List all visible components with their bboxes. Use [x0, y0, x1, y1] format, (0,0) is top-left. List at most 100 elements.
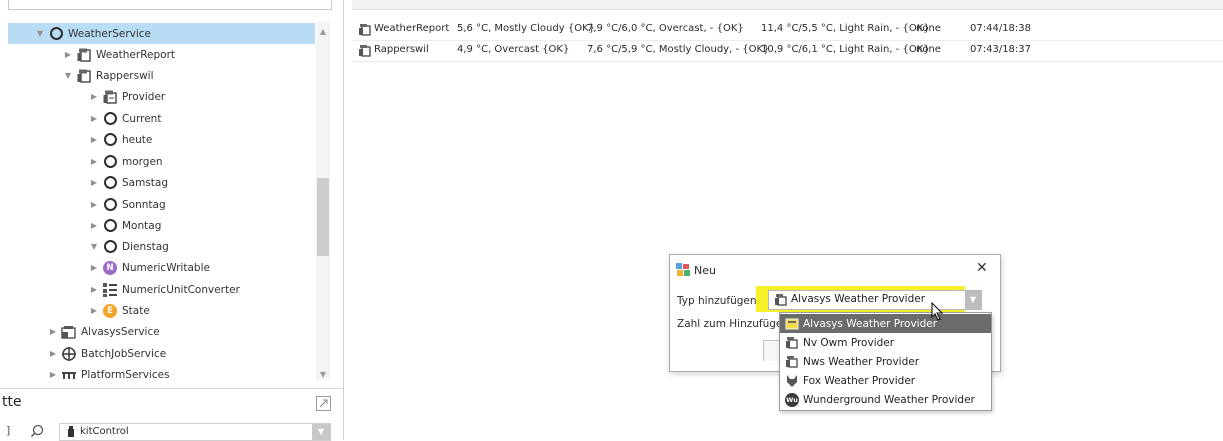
- tree-item-rapperswil[interactable]: ▼ Rapperswil: [8, 65, 154, 86]
- tree-item-label: Current: [122, 112, 162, 125]
- dropdown-option[interactable]: Fox Weather Provider: [780, 371, 991, 390]
- type-select[interactable]: Alvasys Weather Provider ▼: [768, 290, 982, 310]
- tree-item-label: NumericUnitConverter: [122, 283, 240, 296]
- dropdown-option[interactable]: Nws Weather Provider: [780, 352, 991, 371]
- provider-icon: [784, 335, 800, 351]
- tree-item-batchjobservice[interactable]: ▶ BatchJobService: [8, 343, 166, 364]
- scroll-down-icon[interactable]: ▼: [317, 370, 329, 379]
- tree-item-samstag[interactable]: ▶ Samstag: [8, 172, 168, 193]
- collapsed-arrow-icon[interactable]: ▶: [88, 114, 100, 123]
- provider-icon: [784, 316, 800, 332]
- tree-item-heute[interactable]: ▶ heute: [8, 129, 152, 150]
- table-row[interactable]: Rapperswil 4,9 °C, Overcast {OK} 7,6 °C/…: [352, 41, 1223, 62]
- palette-selector-value: kitControl: [80, 426, 129, 437]
- search-icon[interactable]: [30, 424, 44, 441]
- component-ring-icon: [102, 154, 118, 170]
- tree-item-label: Rapperswil: [96, 69, 154, 82]
- provider-icon: [774, 293, 788, 310]
- collapsed-arrow-icon[interactable]: ▶: [88, 306, 100, 315]
- table-row[interactable]: WeatherReport 5,6 °C, Mostly Cloudy {OK}…: [352, 20, 1223, 41]
- tree-item-numericunitconverter[interactable]: ▶ NumericUnitConverter: [8, 279, 240, 300]
- provider-icon: [102, 89, 118, 105]
- tree-item-label: WeatherService: [68, 27, 152, 40]
- chevron-down-icon[interactable]: ▼: [312, 424, 330, 440]
- tree-item-dienstag[interactable]: ▼ Dienstag: [8, 236, 169, 257]
- expanded-arrow-icon[interactable]: ▼: [88, 242, 100, 251]
- toolbar-edge-icon[interactable]: ]: [6, 424, 10, 437]
- collapsed-arrow-icon[interactable]: ▶: [88, 285, 100, 294]
- collapsed-arrow-icon[interactable]: ▶: [88, 200, 100, 209]
- dropdown-option-label: Fox Weather Provider: [803, 374, 916, 387]
- component-ring-icon: [48, 26, 64, 42]
- cell-today: 7,9 °C/6,0 °C, Overcast, - {OK}: [587, 23, 744, 34]
- dropdown-option[interactable]: Alvasys Weather Provider: [780, 314, 991, 333]
- cell-today: 7,6 °C/5,9 °C, Mostly Cloudy, - {OK}: [587, 44, 770, 55]
- chevron-down-icon[interactable]: ▼: [965, 291, 981, 309]
- wunderground-badge: Wu: [785, 392, 799, 407]
- tree-item-provider[interactable]: ▶ Provider: [8, 86, 165, 107]
- cell-current: 4,9 °C, Overcast {OK}: [457, 44, 570, 55]
- expand-panel-icon[interactable]: [316, 396, 331, 411]
- tree-item-state[interactable]: ▶ E State: [8, 300, 150, 321]
- panel-divider: [0, 388, 343, 389]
- collapsed-arrow-icon[interactable]: ▶: [88, 178, 100, 187]
- collapsed-arrow-icon[interactable]: ▶: [88, 92, 100, 101]
- dropdown-option-label: Wunderground Weather Provider: [803, 393, 975, 406]
- tree-item-numericwritable[interactable]: ▶ N NumericWritable: [8, 257, 210, 278]
- palette-selector[interactable]: kitControl ▼: [59, 423, 331, 441]
- close-icon[interactable]: ✕: [976, 260, 988, 276]
- tree-item-weatherreport[interactable]: ▶ WeatherReport: [8, 44, 175, 65]
- module-icon: [66, 426, 76, 441]
- unit-converter-icon: [102, 282, 118, 298]
- collapsed-arrow-icon[interactable]: ▶: [88, 263, 100, 272]
- tree-item-label: Provider: [122, 90, 166, 103]
- expanded-arrow-icon[interactable]: ▼: [34, 29, 46, 38]
- tree-item-label: heute: [122, 133, 153, 146]
- table-header: [352, 0, 1223, 10]
- cell-sun: 07:44/18:38: [970, 23, 1032, 34]
- palette-title: tte: [2, 394, 22, 410]
- component-ring-icon: [102, 218, 118, 234]
- tree-scrollbar-thumb[interactable]: [317, 178, 329, 256]
- collapsed-arrow-icon[interactable]: ▶: [47, 349, 59, 358]
- type-label: Typ hinzufügen: [677, 295, 757, 307]
- dropdown-option-label: Nv Owm Provider: [803, 336, 895, 349]
- provider-icon: [784, 354, 800, 370]
- state-icon: E: [102, 303, 118, 319]
- component-ring-icon: [102, 111, 118, 127]
- collapsed-arrow-icon[interactable]: ▶: [62, 50, 74, 59]
- tree-item-label: PlatformServices: [81, 368, 170, 381]
- tree-item-label: AlvasysService: [81, 325, 160, 338]
- cell-name: Rapperswil: [374, 44, 429, 55]
- dropdown-option[interactable]: Wu Wunderground Weather Provider: [780, 390, 991, 409]
- collapsed-arrow-icon[interactable]: ▶: [47, 370, 59, 379]
- expanded-arrow-icon[interactable]: ▼: [62, 71, 74, 80]
- collapsed-arrow-icon[interactable]: ▶: [88, 221, 100, 230]
- tree-item-morgen[interactable]: ▶ morgen: [8, 151, 163, 172]
- type-select-value: Alvasys Weather Provider: [791, 293, 926, 305]
- tree-item-platformservices[interactable]: ▶ PlatformServices: [8, 364, 170, 385]
- tree-item-sonntag[interactable]: ▶ Sonntag: [8, 194, 166, 215]
- tree-item-alvasysservice[interactable]: ▶ AlvasysService: [8, 321, 160, 342]
- mouse-cursor-icon: [931, 301, 945, 325]
- dropdown-option[interactable]: Nv Owm Provider: [780, 333, 991, 352]
- collapsed-arrow-icon[interactable]: ▶: [47, 327, 59, 336]
- dialog-title: Neu: [694, 264, 716, 277]
- tree-item-label: BatchJobService: [81, 347, 167, 360]
- report-icon: [358, 23, 372, 40]
- tree-item-label: NumericWritable: [122, 261, 210, 274]
- report-icon: [76, 47, 92, 63]
- tree-item-weatherservice[interactable]: ▼ WeatherService: [8, 23, 315, 44]
- tree-item-montag[interactable]: ▶ Montag: [8, 215, 161, 236]
- count-label: Zahl zum Hinzufügen: [677, 318, 790, 330]
- dropdown-option-label: Nws Weather Provider: [803, 355, 920, 368]
- collapsed-arrow-icon[interactable]: ▶: [88, 135, 100, 144]
- collapsed-arrow-icon[interactable]: ▶: [88, 157, 100, 166]
- cell-alarm: none: [916, 44, 941, 55]
- scroll-up-icon[interactable]: ▲: [317, 27, 329, 36]
- navigation-tree-panel: ▼ WeatherService ▶ WeatherReport ▼ Rappe…: [0, 0, 344, 441]
- tree-item-label: Dienstag: [122, 240, 169, 253]
- cell-tomorrow: 10,9 °C/6,1 °C, Light Rain, - {OK}: [761, 44, 930, 55]
- tree-item-current[interactable]: ▶ Current: [8, 108, 161, 129]
- tree-search-field[interactable]: [8, 0, 332, 10]
